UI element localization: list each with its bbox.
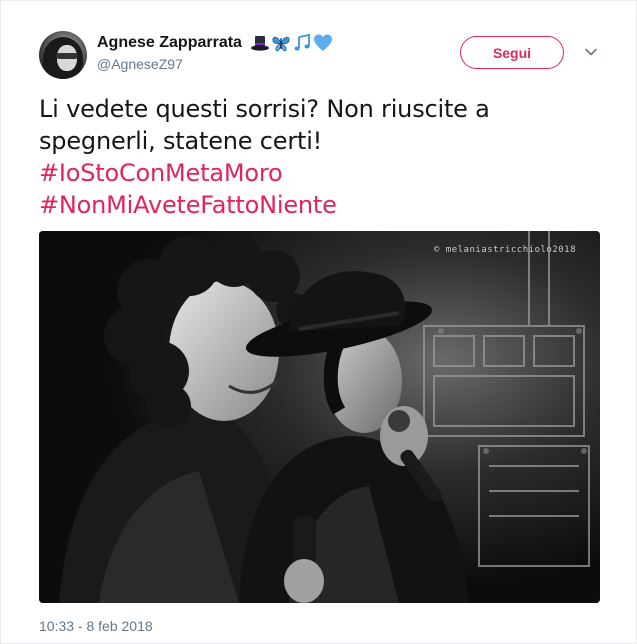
top-hat-emoji xyxy=(250,36,269,51)
follow-button[interactable]: Segui xyxy=(460,36,564,69)
tweet-text: Li vedete questi sorrisi? Non riuscite a… xyxy=(39,93,599,221)
tweet-photo[interactable]: © melaniastricchiolo2018 xyxy=(39,231,600,603)
blue-heart-emoji xyxy=(313,34,332,51)
hashtag-link[interactable]: #IoStoConMetaMoro xyxy=(39,157,599,189)
name-emojis xyxy=(250,33,333,53)
butterfly-emoji xyxy=(272,36,290,52)
display-name[interactable]: Agnese Zapparrata xyxy=(97,34,242,52)
tweet-timestamp[interactable]: 10:33 - 8 feb 2018 xyxy=(39,618,153,634)
tweet-card: Agnese Zapparrata @AgneseZ97 Segui Li ve… xyxy=(0,0,637,644)
tweet-body: Li vedete questi sorrisi? Non riuscite a… xyxy=(39,95,490,155)
avatar[interactable] xyxy=(39,31,87,79)
chevron-down-icon[interactable] xyxy=(584,45,598,59)
user-info: Agnese Zapparrata @AgneseZ97 xyxy=(97,33,333,72)
photo-watermark: © melaniastricchiolo2018 xyxy=(433,245,576,255)
user-handle[interactable]: @AgneseZ97 xyxy=(97,56,333,72)
avatar-glasses xyxy=(56,53,78,59)
photo-image xyxy=(39,231,600,603)
hashtag-link[interactable]: #NonMiAveteFattoNiente xyxy=(39,189,599,221)
music-notes-emoji xyxy=(294,33,310,51)
display-name-row[interactable]: Agnese Zapparrata xyxy=(97,33,333,53)
